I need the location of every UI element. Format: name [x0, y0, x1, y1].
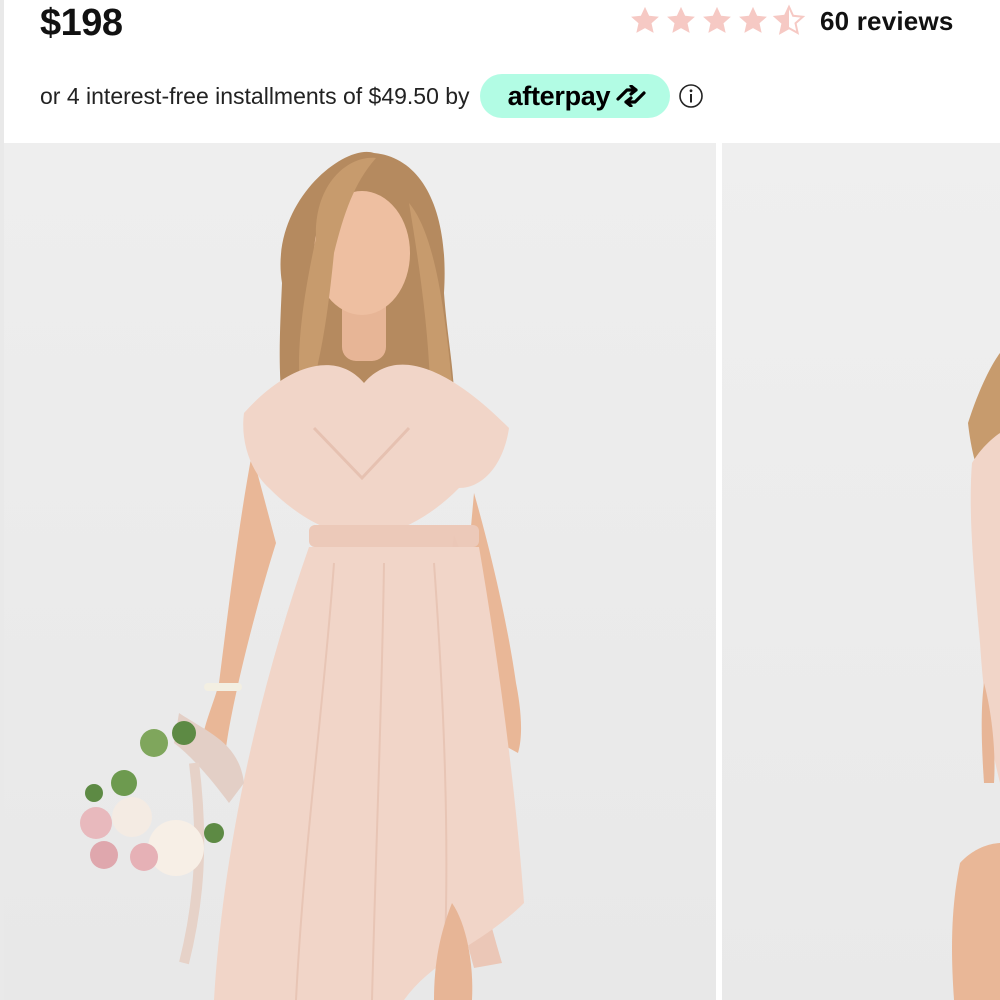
installments-text: or 4 interest-free installments of $49.5… — [40, 82, 470, 109]
model-side-photo[interactable] — [722, 143, 1000, 1000]
star-icon-4 — [739, 6, 767, 33]
installments-row: or 4 interest-free installments of $49.5… — [40, 74, 704, 118]
star-icon-3 — [703, 6, 731, 33]
product-rating[interactable]: 60 reviews — [628, 4, 954, 38]
info-icon[interactable] — [678, 83, 704, 109]
afterpay-arrows-icon — [616, 85, 646, 107]
model-front-illustration — [80, 151, 524, 1000]
product-image-gallery[interactable] — [0, 143, 1000, 1000]
rating-stars — [628, 4, 806, 38]
star-icon-2 — [667, 6, 695, 33]
afterpay-wordmark: afterpay — [507, 80, 611, 111]
reviews-link[interactable]: 60 reviews — [820, 6, 954, 37]
model-side-illustration — [952, 353, 1000, 1000]
product-price: $198 — [40, 2, 123, 44]
afterpay-badge[interactable]: afterpay — [479, 74, 671, 118]
model-front-photo[interactable] — [4, 143, 716, 1000]
half-star-icon — [772, 4, 806, 35]
star-icon-1 — [631, 6, 659, 33]
